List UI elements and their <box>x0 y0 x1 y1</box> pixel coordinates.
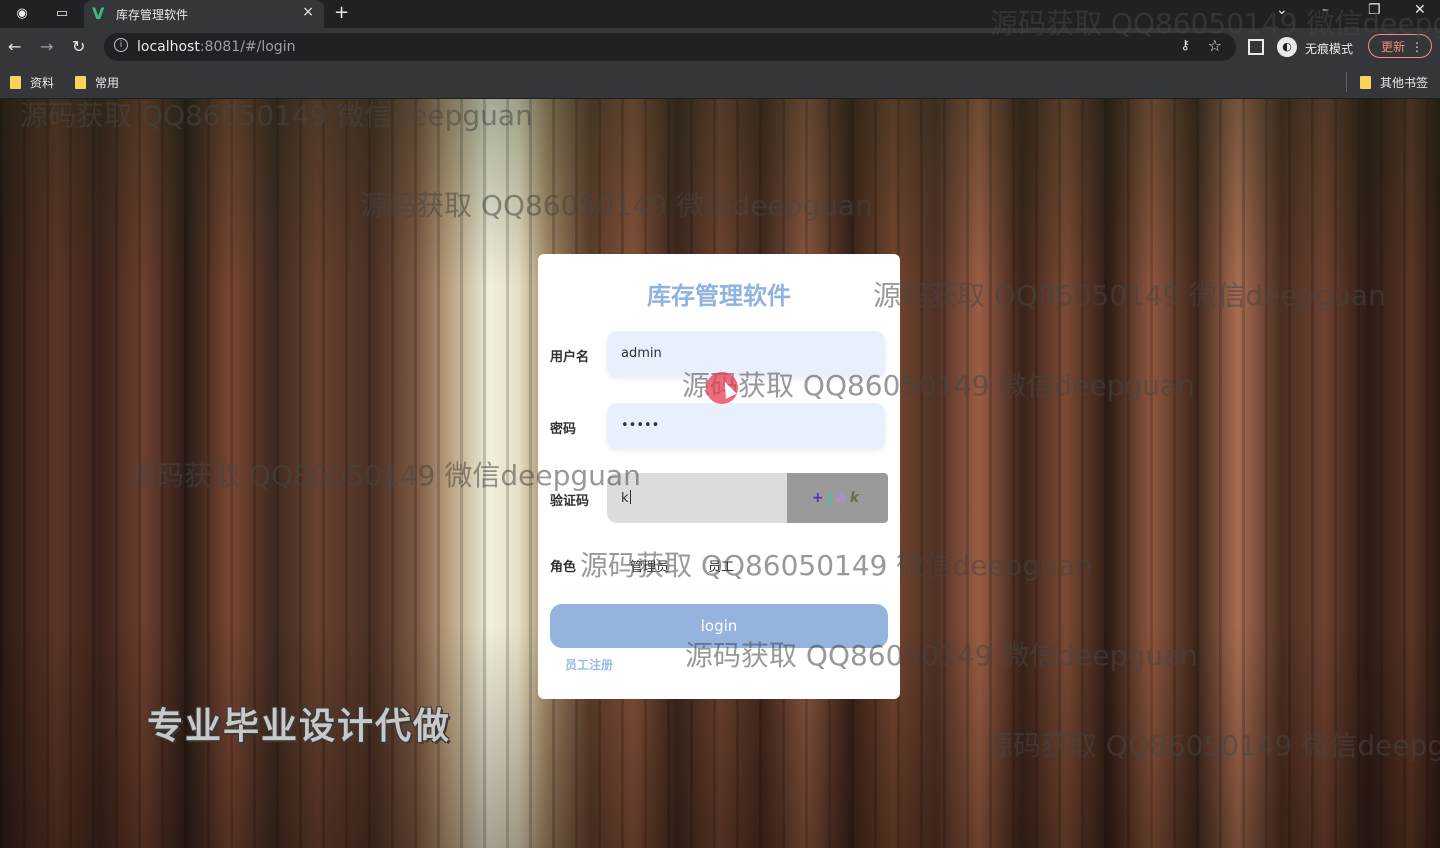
watermark: 源码获取 QQ86050149 微信deepguan <box>873 279 1386 312</box>
update-button[interactable]: 更新 ⋮ <box>1368 34 1432 58</box>
watermark: 源码获取 QQ86050149 微信deepguan <box>360 189 873 222</box>
new-tab-button[interactable]: + <box>334 2 349 23</box>
browser-tab-active[interactable]: V 库存管理软件 × <box>84 0 324 28</box>
tab-search-icon[interactable]: ▭ <box>54 6 70 22</box>
tab-list-chevron-icon[interactable]: ⌄ <box>1276 2 1288 18</box>
forward-arrow-icon[interactable]: → <box>40 37 53 56</box>
browser-tab-strip: ◉ ▭ V 库存管理软件 × + ⌄ – ❐ ✕ <box>0 0 1440 28</box>
more-menu-icon[interactable]: ⋮ <box>1411 35 1423 59</box>
restore-icon[interactable]: ❐ <box>1368 2 1381 18</box>
folder-icon <box>75 76 86 89</box>
minimize-icon[interactable]: – <box>1322 2 1329 18</box>
password-value: ••••• <box>621 418 660 433</box>
watermark: 源码获取 QQ86050149 微信deepguan <box>985 729 1440 762</box>
folder-icon <box>10 76 21 89</box>
site-info-icon[interactable]: i <box>114 38 128 52</box>
login-card: 库存管理软件 用户名 admin 密码 ••••• 验证码 k +jak 角色 … <box>538 254 900 699</box>
captcha-label: 验证码 <box>550 494 590 509</box>
promo-banner: 专业毕业设计代做 <box>147 706 452 747</box>
incognito-label[interactable]: 无痕模式 <box>1305 40 1353 57</box>
captcha-image[interactable]: +jak <box>787 473 888 523</box>
back-arrow-icon[interactable]: ← <box>8 37 21 56</box>
folder-icon <box>1360 76 1371 89</box>
username-input[interactable]: admin <box>607 331 885 377</box>
bookmark-folder-ziliao[interactable]: 资料 <box>10 74 54 91</box>
role-label: 角色 <box>550 560 577 575</box>
tab-close-icon[interactable]: × <box>302 4 314 20</box>
watermark: 源码获取 QQ86050149 微信deepguan <box>20 99 533 132</box>
bookmark-folder-changyong[interactable]: 常用 <box>75 74 119 91</box>
close-window-icon[interactable]: ✕ <box>1414 2 1426 18</box>
captcha-char: k <box>849 490 864 506</box>
url-text[interactable]: localhost:8081/#/login <box>137 39 295 55</box>
password-key-icon[interactable]: ⚷ <box>1180 38 1190 53</box>
address-bar[interactable]: i localhost:8081/#/login ⚷ ☆ <box>104 33 1236 61</box>
password-input[interactable]: ••••• <box>607 403 885 449</box>
tab-title: 库存管理软件 <box>116 8 189 22</box>
other-bookmarks-folder[interactable]: 其他书签 <box>1360 74 1428 91</box>
username-label: 用户名 <box>550 350 590 365</box>
staff-register-link[interactable]: 员工注册 <box>565 656 613 673</box>
bookmark-star-icon[interactable]: ☆ <box>1208 36 1222 55</box>
role-option-admin[interactable]: 管理员 <box>630 556 669 575</box>
login-title: 库存管理软件 <box>647 282 791 310</box>
login-button[interactable]: login <box>550 604 888 648</box>
vue-favicon-icon: V <box>92 4 105 23</box>
browser-toolbar: ← → ↻ i localhost:8081/#/login ⚷ ☆ ◐ 无痕模… <box>0 28 1440 66</box>
side-panel-icon[interactable] <box>1248 39 1264 55</box>
captcha-char: + <box>811 490 828 506</box>
bookmarks-bar: 资料 常用 其他书签 <box>0 66 1440 99</box>
page-viewport: 库存管理软件 用户名 admin 密码 ••••• 验证码 k +jak 角色 … <box>0 99 1440 848</box>
username-value: admin <box>621 346 662 361</box>
text-caret <box>629 490 631 504</box>
incognito-icon[interactable]: ◐ <box>1277 37 1297 57</box>
captcha-value: k <box>621 490 631 506</box>
bookmark-divider <box>1346 72 1347 92</box>
reload-icon[interactable]: ↻ <box>72 37 85 56</box>
browser-menu-icon[interactable]: ◉ <box>14 6 30 22</box>
captcha-char: a <box>836 490 850 506</box>
role-option-staff[interactable]: 员工 <box>708 556 734 575</box>
password-label: 密码 <box>550 422 577 437</box>
captcha-input[interactable]: k <box>607 473 787 523</box>
